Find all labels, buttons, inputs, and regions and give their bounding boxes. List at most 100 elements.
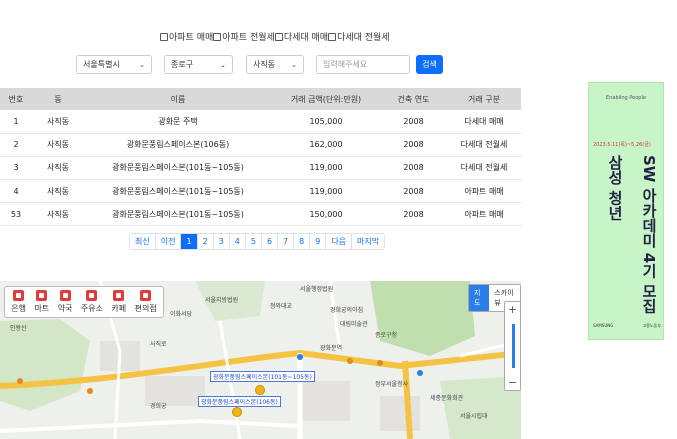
cell-type: 아파트 매매: [447, 202, 521, 227]
zoom-out-button[interactable]: −: [505, 376, 520, 389]
category-bank[interactable]: 은행: [11, 290, 26, 314]
filter-apt-sale[interactable]: 아파트 매매: [160, 30, 213, 43]
map-label: 세종문화회관: [430, 395, 464, 402]
cell-name: 광화문풍림스페이스본(101동~105동): [84, 202, 272, 227]
cell-type: 다세대 전월세: [447, 133, 521, 157]
col-header-name: 이름: [84, 88, 272, 110]
cell-number: 1: [0, 110, 32, 134]
page-button[interactable]: 6: [261, 234, 279, 249]
dong-select[interactable]: 사직동 ⌄: [246, 55, 304, 74]
page-next-button[interactable]: 다음: [326, 234, 353, 249]
cell-year: 2008: [380, 156, 447, 181]
filter-villa-sale[interactable]: 다세대 매매: [274, 30, 328, 43]
ministry-logo: 고용노동부: [642, 323, 661, 328]
page-prev-button[interactable]: 이전: [155, 234, 182, 249]
checkbox-icon[interactable]: [160, 32, 168, 41]
checkbox-icon[interactable]: [213, 32, 222, 41]
ad-tagline: Enabling People: [606, 95, 646, 101]
cell-dong: 사직동: [32, 110, 84, 134]
col-header-year: 건축 연도: [380, 88, 447, 110]
page-button[interactable]: 7: [278, 234, 295, 249]
map-label: 경희궁: [150, 403, 167, 410]
zoom-slider[interactable]: [512, 324, 515, 368]
map-label: 이화서당: [170, 311, 193, 318]
cell-year: 2008: [380, 133, 447, 157]
page-last-button[interactable]: 마지막: [352, 234, 385, 249]
filter-checkboxes: 아파트 매매 아파트 전월세 다세대 매매 다세대 전월세: [160, 30, 390, 44]
cell-price: 150,000: [272, 202, 380, 227]
col-header-number: 번호: [0, 88, 32, 110]
zoom-in-button[interactable]: +: [505, 303, 520, 316]
col-header-type: 거래 구분: [447, 88, 521, 110]
city-select[interactable]: 서울특별시 ⌄: [76, 55, 152, 74]
search-input[interactable]: 입력해주세요: [316, 55, 410, 74]
map-label: 인왕산: [10, 325, 27, 332]
table-row[interactable]: 4 사직동 광화문풍림스페이스본(101동~105동) 119,000 2008…: [0, 179, 521, 204]
cell-price: 119,000: [272, 156, 380, 181]
table-row[interactable]: 2 사직동 광화문풍림스페이스본(106동) 162,000 2008 다세대 …: [0, 133, 521, 157]
filter-villa-rent[interactable]: 다세대 전월세: [328, 30, 390, 43]
page-button[interactable]: 5: [245, 234, 262, 249]
page: 아파트 매매 아파트 전월세 다세대 매매 다세대 전월세 서울특별시 ⌄ 종로구 ⌄ 사…: [0, 0, 677, 439]
cell-price: 105,000: [272, 110, 380, 134]
checkbox-icon[interactable]: [328, 32, 337, 41]
chevron-down-icon: ⌄: [220, 60, 226, 69]
page-button[interactable]: 3: [213, 234, 230, 249]
cell-year: 2008: [380, 179, 447, 204]
checkbox-icon[interactable]: [274, 32, 283, 41]
cell-price: 162,000: [272, 133, 380, 157]
cell-number: 53: [0, 202, 32, 227]
cell-name: 광화문 주택: [84, 110, 272, 134]
ad-footer: SAMSUNG 고용노동부: [593, 323, 661, 329]
map-marker-label[interactable]: 광화문풍림스페이스본(106동): [198, 396, 281, 407]
chevron-down-icon: ⌄: [139, 60, 145, 69]
cell-price: 119,000: [272, 179, 380, 204]
map-view[interactable]: 서울행정법원 서울지방법원 경희궁의아침 대림미술관 종로구청 이화서당 청와대…: [0, 281, 521, 439]
page-button[interactable]: 9: [310, 234, 327, 249]
map-label: 서울지방법원: [205, 297, 239, 304]
cell-dong: 사직동: [32, 156, 84, 181]
ad-banner[interactable]: Enabling People 2023.5.11(목)~5.26(금) SW …: [588, 82, 664, 340]
page-button[interactable]: 8: [294, 234, 311, 249]
map-marker-icon[interactable]: [255, 385, 265, 395]
category-mart[interactable]: 마트: [34, 290, 49, 314]
page-button[interactable]: 4: [229, 234, 246, 249]
map-label: 종로구청: [375, 332, 398, 339]
map-label: 광화문역: [320, 345, 343, 352]
page-first-button[interactable]: 최신: [130, 234, 156, 249]
search-row: 서울특별시 ⌄ 종로구 ⌄ 사직동 ⌄ 입력해주세요 검색: [0, 55, 677, 74]
category-cafe[interactable]: 카페: [111, 290, 126, 314]
search-button[interactable]: 검색: [416, 55, 443, 74]
map-label: 정부서울청사: [375, 381, 409, 388]
table-row[interactable]: 53 사직동 광화문풍림스페이스본(101동~105동) 150,000 200…: [0, 202, 521, 227]
pagination: 최신 이전 1 2 3 4 5 6 7 8 9 다음 마지막: [129, 233, 386, 250]
category-pharmacy[interactable]: 약국: [58, 290, 72, 314]
map-label: 청와대교: [270, 303, 293, 310]
map-type-map-button[interactable]: 지도: [469, 285, 490, 311]
map-label: 서울행정법원: [300, 286, 334, 293]
bank-icon: [13, 290, 25, 301]
cell-year: 2008: [380, 110, 447, 134]
category-convenience-store[interactable]: 편의점: [135, 290, 157, 314]
map-marker-icon[interactable]: [232, 407, 242, 417]
map-marker-label[interactable]: 광화문풍림스페이스본(101동~105동): [210, 371, 315, 382]
zoom-control: + −: [504, 301, 521, 391]
ad-title-left: 삼성 청년: [606, 155, 624, 221]
category-gas-station[interactable]: 주유소: [81, 290, 103, 314]
cell-type: 다세대 매매: [447, 110, 521, 134]
page-button[interactable]: 1: [181, 234, 198, 249]
district-select[interactable]: 종로구 ⌄: [164, 55, 233, 74]
table-header-row: 번호 동 이름 거래 금액(단위:만원) 건축 연도 거래 구분: [0, 88, 521, 110]
table-row[interactable]: 3 사직동 광화문풍림스페이스본(101동~105동) 119,000 2008…: [0, 156, 521, 181]
page-button[interactable]: 2: [197, 234, 214, 249]
ad-dates: 2023.5.11(목)~5.26(금): [593, 142, 651, 148]
filter-apt-rent[interactable]: 아파트 전월세: [213, 30, 275, 43]
convenience-store-icon: [140, 290, 152, 301]
map-label: 서울시립대: [460, 413, 488, 420]
cell-name: 광화문풍림스페이스본(101동~105동): [84, 179, 272, 204]
col-header-dong: 동: [32, 88, 84, 110]
category-toolbar: 은행 마트 약국 주유소 카페 편의점: [4, 286, 164, 318]
table-row[interactable]: 1 사직동 광화문 주택 105,000 2008 다세대 매매: [0, 110, 521, 134]
samsung-logo: SAMSUNG: [593, 323, 614, 328]
cafe-icon: [113, 290, 125, 301]
